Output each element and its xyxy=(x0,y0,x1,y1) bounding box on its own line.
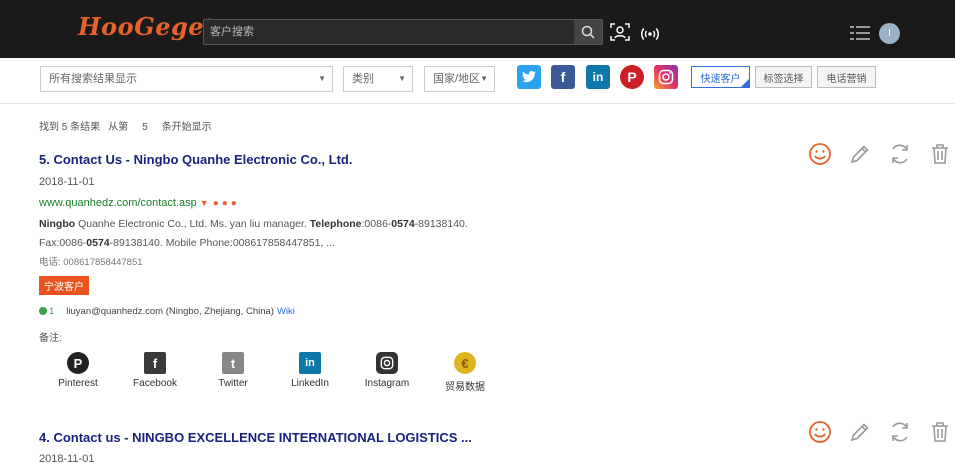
refresh-icon[interactable] xyxy=(887,419,913,445)
verified-check-icon xyxy=(39,307,47,316)
social-link-label: LinkedIn xyxy=(291,378,329,389)
logo-text: HooGege xyxy=(78,12,205,41)
summary-found: 找到 5 条结果 xyxy=(39,122,101,133)
trade-data-icon: € xyxy=(454,352,476,374)
wiki-link[interactable]: Wiki xyxy=(277,306,295,317)
pinterest-icon: P xyxy=(67,352,89,374)
summary-num: 5 xyxy=(142,122,148,133)
nfc-signal-icon[interactable] xyxy=(640,22,660,42)
snippet-highlight: Telephone xyxy=(309,218,362,230)
social-link-label: Twitter xyxy=(218,378,248,389)
search-box xyxy=(203,19,603,45)
snippet-highlight: Ningbo xyxy=(39,218,76,230)
snippet-text: Quanhe Electronic Co., Ltd. Ms. yan liu … xyxy=(75,218,310,230)
twitter-icon[interactable] xyxy=(517,65,541,89)
snippet-highlight: 0574 xyxy=(391,218,415,230)
social-link-facebook[interactable]: f Facebook xyxy=(125,352,185,389)
result-actions xyxy=(805,419,955,445)
result-scope-select[interactable]: 所有搜索结果显示 ▼ xyxy=(40,66,333,92)
result-scope-value: 所有搜索结果显示 xyxy=(49,73,137,85)
summary-from: 从第 xyxy=(108,122,129,133)
linkedin-icon: in xyxy=(299,352,321,374)
social-link-label: Facebook xyxy=(133,378,177,389)
tag-select-button[interactable]: 标签选择 xyxy=(755,66,812,88)
social-link-pinterest[interactable]: P Pinterest xyxy=(48,352,108,389)
results-summary: 找到 5 条结果 从第 5 条开始显示 xyxy=(39,118,220,133)
search-button[interactable] xyxy=(574,20,602,44)
social-link-linkedin[interactable]: in LinkedIn xyxy=(280,352,340,389)
linkedin-icon[interactable]: in xyxy=(586,65,610,89)
smiley-icon[interactable] xyxy=(807,141,833,167)
snippet-highlight: 0574 xyxy=(86,237,110,249)
chevron-down-icon: ▼ xyxy=(318,74,326,83)
summary-rest: 条开始显示 xyxy=(161,122,212,133)
social-link-instagram[interactable]: Instagram xyxy=(357,352,417,389)
telemarketing-button[interactable]: 电话营销 xyxy=(817,66,876,88)
customer-tag-badge[interactable]: 宁波客户 xyxy=(39,276,89,295)
list-menu-icon[interactable] xyxy=(850,25,870,41)
social-link-twitter[interactable]: t Twitter xyxy=(203,352,263,389)
social-link-label: Pinterest xyxy=(58,378,98,389)
social-links-row: P Pinterest f Facebook t Twitter in LinkedIn… xyxy=(39,352,519,396)
facebook-icon[interactable]: f xyxy=(551,65,575,89)
trash-icon[interactable] xyxy=(927,141,953,167)
email-count: 1 xyxy=(49,306,55,317)
result-email[interactable]: liuyan@quanhedz.com (Ningbo, Zhejiang, C… xyxy=(66,306,274,317)
result-email-row: 1 liuyan@quanhedz.com (Ningbo, Zhejiang, … xyxy=(39,306,929,317)
result-item: 4. Contact us - NINGBO EXCELLENCE INTERN… xyxy=(39,430,929,465)
smiley-icon[interactable] xyxy=(807,419,833,445)
social-link-label: Instagram xyxy=(364,378,410,389)
rating-dots-icon: ●●● xyxy=(212,198,240,209)
result-title[interactable]: 5. Contact Us - Ningbo Quanhe Electronic… xyxy=(39,152,929,167)
result-actions xyxy=(805,141,955,167)
result-date: 2018-11-01 xyxy=(39,453,95,465)
category-value: 类别 xyxy=(352,73,374,85)
snippet-text: -89138140. Mobile Phone:008617858447851,… xyxy=(109,237,335,249)
instagram-icon xyxy=(376,352,398,374)
result-item: 5. Contact Us - Ningbo Quanhe Electronic… xyxy=(39,152,929,344)
instagram-icon[interactable] xyxy=(654,65,678,89)
trash-icon[interactable] xyxy=(927,419,953,445)
facebook-icon: f xyxy=(144,352,166,374)
twitter-icon: t xyxy=(222,352,244,374)
result-date: 2018-11-01 xyxy=(39,176,95,188)
social-link-label: 贸易数据 xyxy=(445,382,485,393)
face-scan-icon[interactable] xyxy=(610,22,630,42)
chevron-down-icon: ▼ xyxy=(480,74,488,83)
search-icon xyxy=(581,25,595,39)
category-select[interactable]: 类别 ▼ xyxy=(343,66,413,92)
country-value: 国家/地区 xyxy=(433,73,481,85)
edit-pencil-icon[interactable] xyxy=(847,141,873,167)
avatar[interactable]: I xyxy=(879,23,900,44)
result-snippet: Ningbo Quanhe Electronic Co., Ltd. Ms. y… xyxy=(39,215,469,253)
url-dropdown-icon[interactable]: ▼ xyxy=(200,198,209,208)
country-select[interactable]: 国家/地区 ▼ xyxy=(424,66,495,92)
logo[interactable]: HooGege® xyxy=(78,12,215,41)
result-title[interactable]: 4. Contact us - NINGBO EXCELLENCE INTERN… xyxy=(39,430,929,445)
pinterest-icon[interactable]: P xyxy=(620,65,644,89)
result-url-row: www.quanhedz.com/contact.asp ▼ ●●● xyxy=(39,197,929,209)
search-input[interactable] xyxy=(204,20,574,44)
snippet-text: :0086- xyxy=(361,218,392,230)
result-phone: 电话: 008617858447851 xyxy=(39,257,143,268)
social-link-trade-data[interactable]: € 贸易数据 xyxy=(435,352,495,393)
result-url[interactable]: www.quanhedz.com/contact.asp xyxy=(39,197,197,209)
refresh-icon[interactable] xyxy=(887,141,913,167)
chevron-down-icon: ▼ xyxy=(398,74,406,83)
note-label: 备注: xyxy=(39,333,62,344)
edit-pencil-icon[interactable] xyxy=(847,419,873,445)
quick-customer-button[interactable]: 快速客户 xyxy=(691,66,750,88)
